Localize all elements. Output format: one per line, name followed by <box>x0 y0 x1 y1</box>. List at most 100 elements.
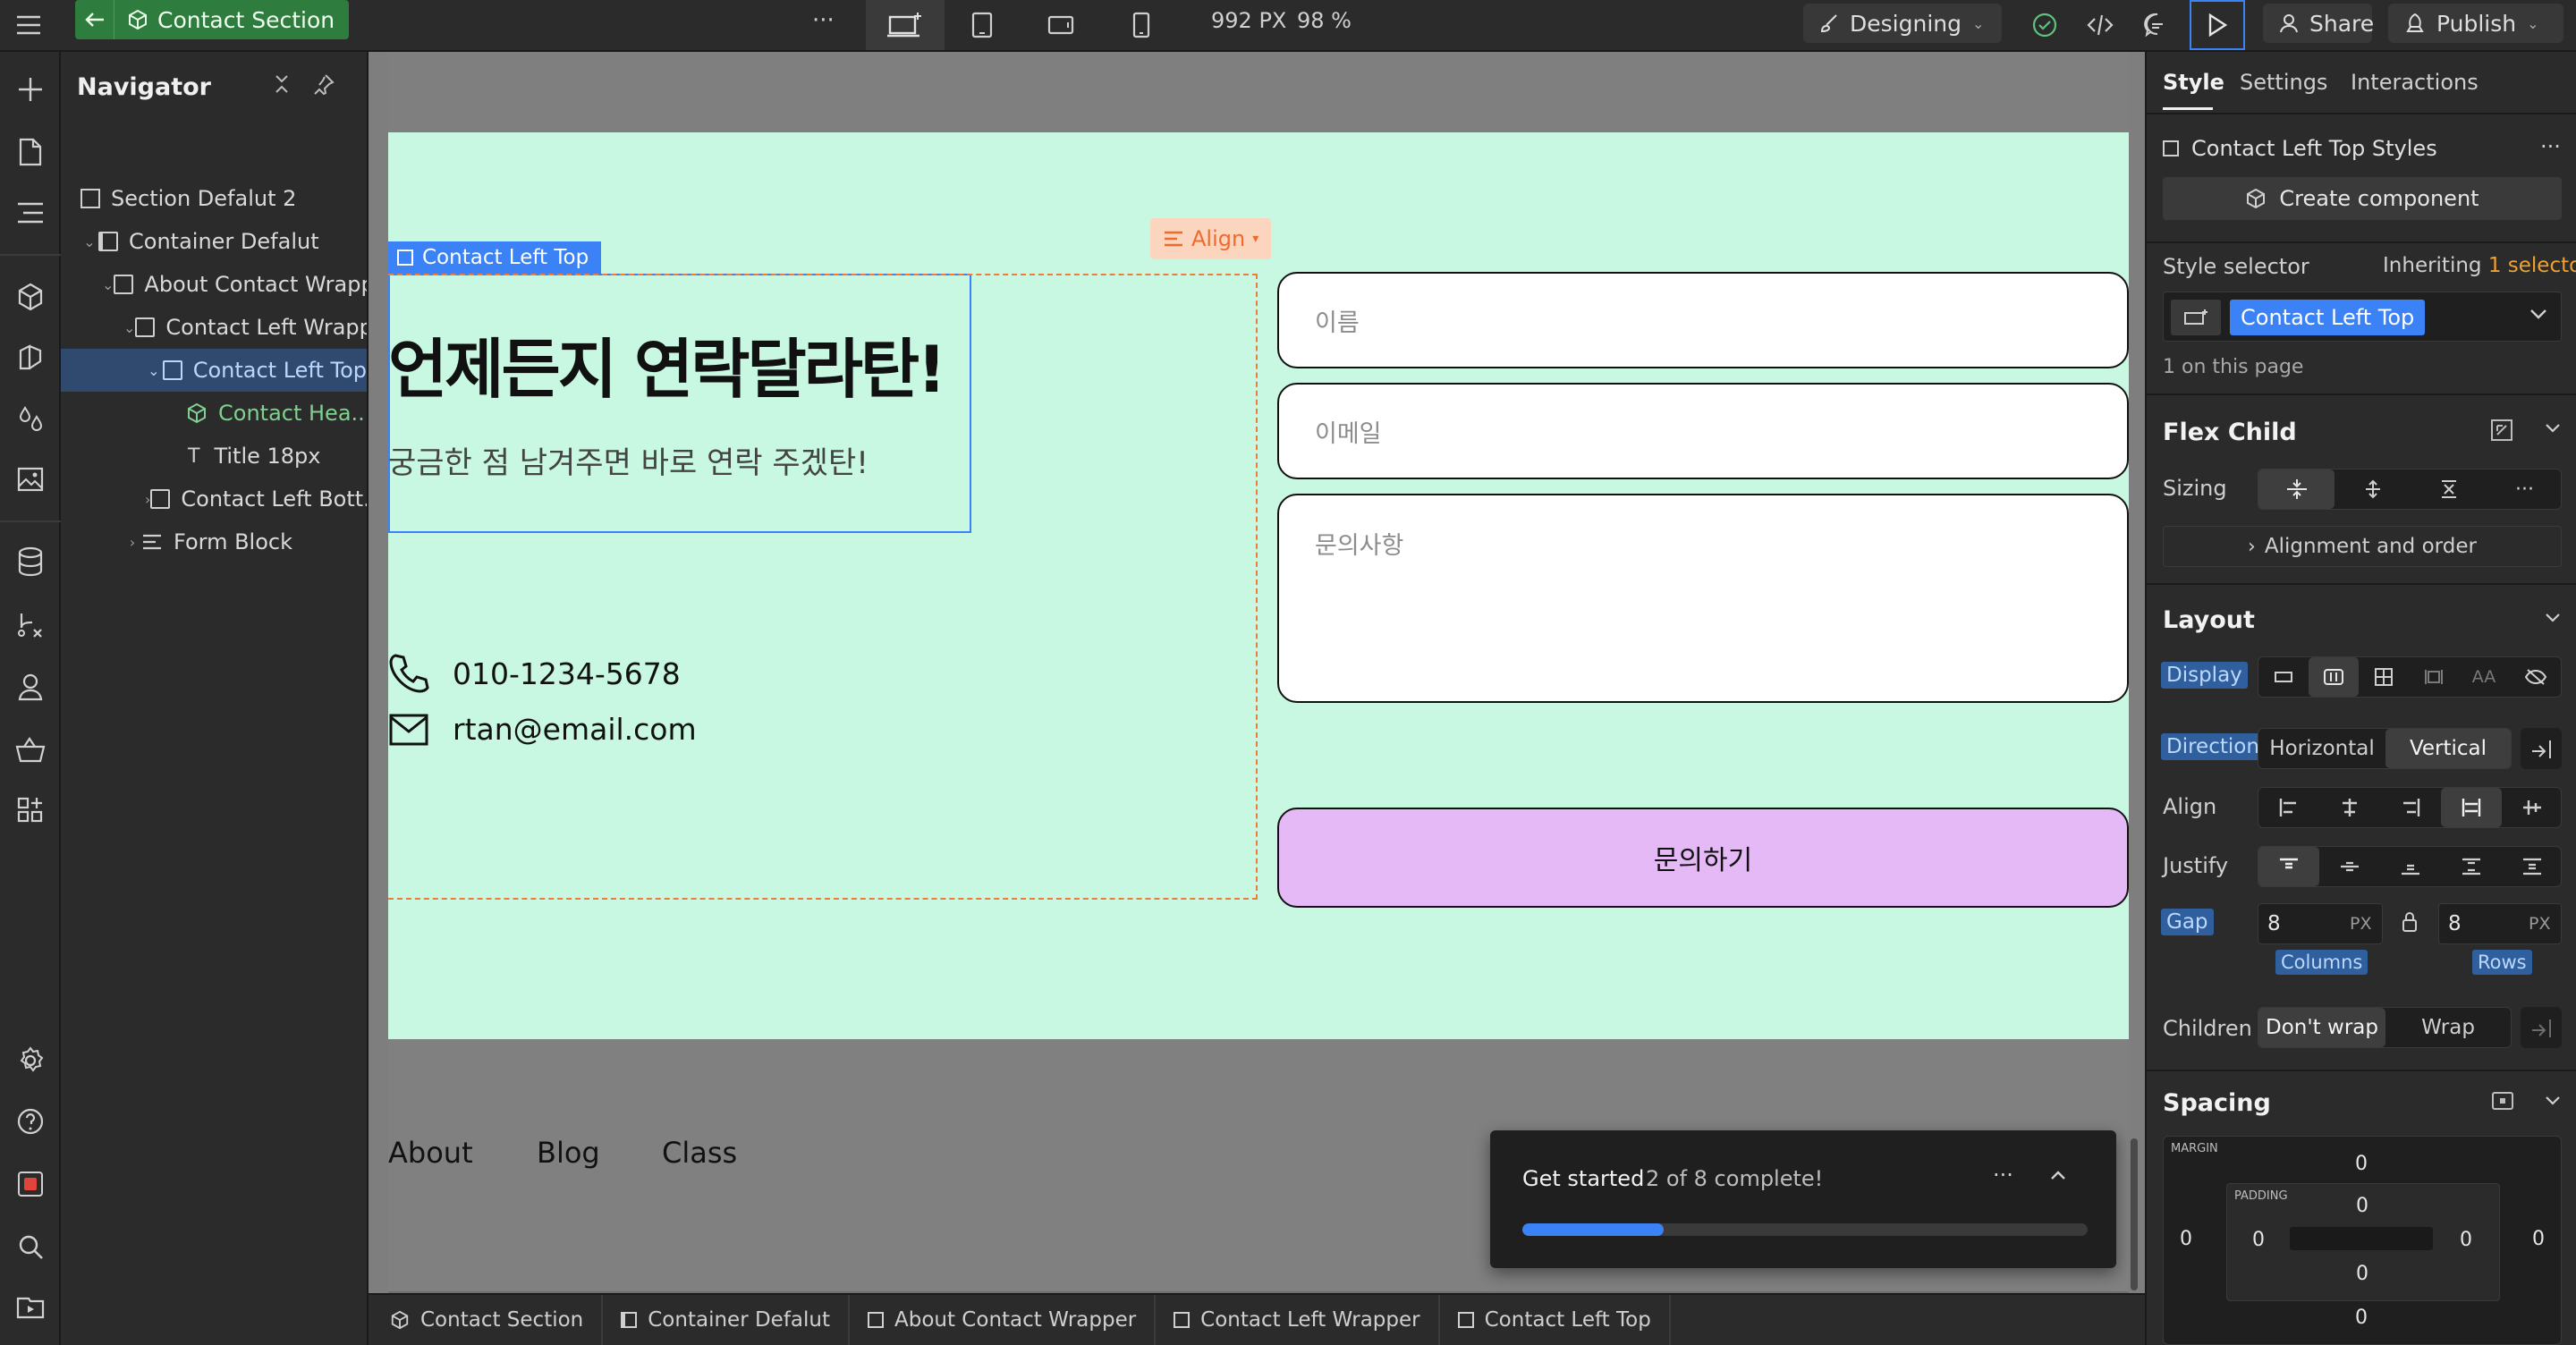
chevron-right-icon[interactable]: › <box>123 533 141 551</box>
display-grid-icon[interactable] <box>2359 657 2409 697</box>
pin-icon[interactable] <box>313 73 335 95</box>
submit-button[interactable]: 문의하기 <box>1277 808 2129 908</box>
nav-item-title[interactable]: T Title 18px <box>61 435 367 478</box>
chevron-down-icon[interactable]: ⌄ <box>145 361 163 379</box>
justify-space-between-icon[interactable] <box>2441 847 2502 886</box>
designing-mode-dropdown[interactable]: Designing ⌄ <box>1803 4 2002 43</box>
chevron-down-icon[interactable]: ⌄ <box>80 233 98 250</box>
display-none-icon[interactable] <box>2509 657 2563 697</box>
search-icon[interactable] <box>13 1229 48 1265</box>
tab-style[interactable]: Style <box>2163 70 2224 95</box>
components-icon[interactable] <box>13 279 48 315</box>
pages-icon[interactable] <box>13 134 48 170</box>
display-label[interactable]: Display <box>2161 662 2248 689</box>
nav-item-section[interactable]: Section Defalut 2 <box>61 177 367 220</box>
spacing-preset-icon[interactable] <box>2490 1089 2515 1112</box>
align-stretch-icon[interactable] <box>2441 788 2502 827</box>
create-component-button[interactable]: Create component <box>2163 177 2562 220</box>
footer-link-class[interactable]: Class <box>662 1136 737 1170</box>
phone-number[interactable]: 010-1234-5678 <box>453 656 681 691</box>
gap-columns-input[interactable]: 8 PX <box>2258 903 2383 944</box>
nav-item-about-wrapper[interactable]: ⌄ About Contact Wrapper <box>61 263 367 306</box>
nav-item-container[interactable]: ⌄ Container Defalut <box>61 220 367 263</box>
selector-state-icon[interactable] <box>2171 300 2221 335</box>
padding-bottom-value[interactable]: 0 <box>2356 1263 2368 1285</box>
inheriting-info[interactable]: Inheriting 1 selector <box>2383 254 2576 277</box>
reverse-wrap-icon[interactable] <box>2521 1007 2562 1048</box>
align-button[interactable]: Align ▾ <box>1150 218 1272 259</box>
tablet-breakpoint-icon[interactable] <box>966 9 998 41</box>
breadcrumb-left-wrapper[interactable]: Contact Left Wrapper <box>1156 1295 1440 1345</box>
more-options-icon[interactable]: ··· <box>1993 1163 2013 1188</box>
logic-flow-icon[interactable] <box>13 606 48 642</box>
more-sizing-icon[interactable]: ··· <box>2487 469 2563 509</box>
zoom-readout[interactable]: 98 % <box>1297 8 1352 33</box>
name-field[interactable]: 이름 <box>1277 272 2129 368</box>
desktop-breakpoint-icon[interactable] <box>866 0 945 50</box>
chevron-down-icon[interactable]: ⌄ <box>102 275 114 293</box>
display-inline-icon[interactable]: AA <box>2459 657 2509 697</box>
justify-start-icon[interactable] <box>2258 847 2319 886</box>
publish-button[interactable]: Publish ⌄ <box>2388 4 2563 43</box>
chevron-down-icon[interactable] <box>2544 1095 2562 1107</box>
align-end-icon[interactable] <box>2380 788 2441 827</box>
align-baseline-icon[interactable] <box>2502 788 2563 827</box>
chevron-down-icon[interactable]: ⌄ <box>123 318 135 336</box>
assets-image-icon[interactable] <box>13 461 48 497</box>
nav-item-left-top[interactable]: ⌄ Contact Left Top <box>61 349 367 392</box>
breadcrumb-left-top[interactable]: Contact Left Top <box>1440 1295 1671 1345</box>
comment-icon[interactable] <box>2141 9 2174 41</box>
flex-child-icon[interactable] <box>2490 419 2513 442</box>
padding-right-value[interactable]: 0 <box>2460 1229 2472 1251</box>
padding-left-value[interactable]: 0 <box>2252 1229 2265 1251</box>
breadcrumb-contact-section[interactable]: Contact Section <box>369 1295 604 1345</box>
dont-wrap-option[interactable]: Don't wrap <box>2258 1008 2385 1047</box>
margin-top-value[interactable]: 0 <box>2355 1153 2368 1175</box>
gap-columns-unit[interactable]: PX <box>2350 914 2371 934</box>
add-icon[interactable] <box>13 72 48 107</box>
display-inline-block-icon[interactable] <box>2409 657 2459 697</box>
no-shrink-icon[interactable] <box>2411 469 2487 509</box>
selected-element-badge[interactable]: Contact Left Top <box>388 241 602 274</box>
direction-vertical[interactable]: Vertical <box>2385 729 2511 768</box>
check-circle-icon[interactable] <box>2029 9 2061 41</box>
footer-link-blog[interactable]: Blog <box>537 1136 600 1170</box>
mobile-portrait-icon[interactable] <box>1125 9 1157 41</box>
layout-heading[interactable]: Layout <box>2163 606 2255 634</box>
margin-bottom-value[interactable]: 0 <box>2355 1307 2368 1329</box>
margin-right-value[interactable]: 0 <box>2532 1228 2545 1250</box>
nav-item-left-bottom[interactable]: › Contact Left Bott... <box>61 478 367 520</box>
share-button[interactable]: Share <box>2263 4 2374 43</box>
styles-drops-icon[interactable] <box>13 401 48 436</box>
design-canvas[interactable]: Contact Left Top Align ▾ 언제든지 연락달라탄! 궁금한… <box>369 52 2145 1293</box>
component-chip[interactable]: Contact Section <box>75 0 350 39</box>
justify-center-icon[interactable] <box>2319 847 2380 886</box>
contact-section[interactable]: Contact Left Top Align ▾ 언제든지 연락달라탄! 궁금한… <box>388 132 2129 1039</box>
reverse-direction-icon[interactable] <box>2521 728 2562 769</box>
gap-label[interactable]: Gap <box>2161 909 2214 935</box>
justify-end-icon[interactable] <box>2380 847 2441 886</box>
contact-subheading[interactable]: 궁금한 점 남겨주면 바로 연락 주겠탄! <box>388 438 869 482</box>
more-options-icon[interactable]: ··· <box>2540 134 2561 159</box>
shrink-icon[interactable] <box>2258 469 2334 509</box>
apps-icon[interactable] <box>13 792 48 828</box>
preview-play-icon[interactable] <box>2190 0 2245 50</box>
record-icon[interactable] <box>13 1166 48 1202</box>
video-tutorials-icon[interactable] <box>13 1290 48 1325</box>
breadcrumb-about-wrapper[interactable]: About Contact Wrapper <box>850 1295 1157 1345</box>
chevron-down-icon[interactable] <box>2544 422 2562 435</box>
direction-label[interactable]: Direction <box>2161 733 2265 760</box>
navigator-icon[interactable] <box>13 195 48 231</box>
chevron-down-icon[interactable] <box>2544 612 2562 624</box>
email-field[interactable]: 이메일 <box>1277 383 2129 479</box>
padding-top-value[interactable]: 0 <box>2356 1195 2368 1217</box>
display-block-icon[interactable] <box>2258 657 2309 697</box>
variables-icon[interactable] <box>13 340 48 376</box>
margin-left-value[interactable]: 0 <box>2180 1228 2192 1250</box>
help-icon[interactable] <box>13 1104 48 1139</box>
wrap-option[interactable]: Wrap <box>2385 1008 2511 1047</box>
nav-item-contact-heading[interactable]: Contact Hea... <box>61 392 367 435</box>
cms-database-icon[interactable] <box>13 544 48 579</box>
lock-icon[interactable] <box>2401 910 2419 934</box>
settings-gear-icon[interactable] <box>13 1043 48 1079</box>
